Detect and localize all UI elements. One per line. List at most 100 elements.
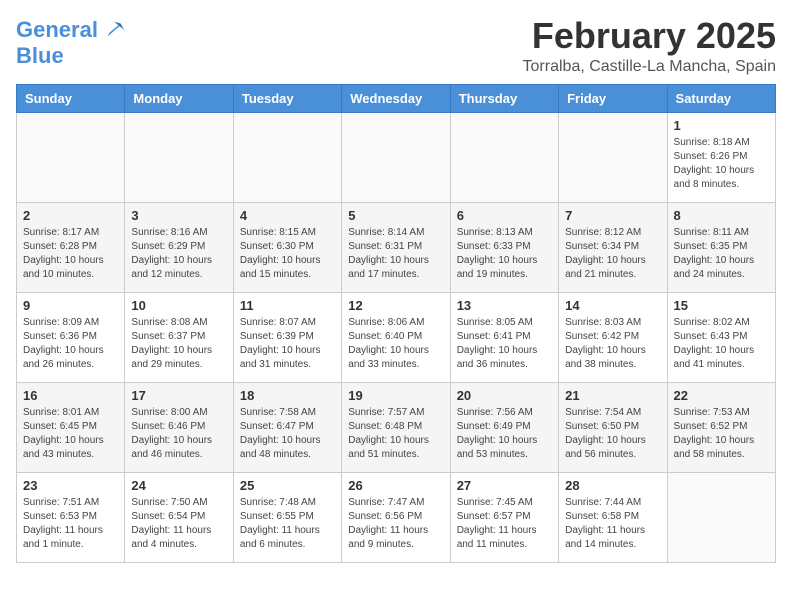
calendar-cell <box>667 472 775 562</box>
day-number: 18 <box>240 388 335 403</box>
day-number: 20 <box>457 388 552 403</box>
week-row-3: 9Sunrise: 8:09 AM Sunset: 6:36 PM Daylig… <box>17 292 776 382</box>
day-number: 28 <box>565 478 660 493</box>
week-row-5: 23 Sunrise: 7:51 AM Sunset: 6:53 PM Dayli… <box>17 472 776 562</box>
day-info: Sunrise: 8:15 AM Sunset: 6:30 PM Dayligh… <box>240 226 335 282</box>
day-info: Sunrise: 8:12 AM Sunset: 6:34 PM Dayligh… <box>565 226 660 282</box>
day-number: 14 <box>565 298 660 313</box>
weekday-header-thursday: Thursday <box>450 84 558 112</box>
day-number: 1 <box>674 118 769 133</box>
calendar-cell: 19 Sunrise: 7:57 AM Sunset: 6:48 PM Dayli… <box>342 382 450 472</box>
calendar-cell: 14 Sunrise: 8:03 AM Sunset: 6:42 PM Dayli… <box>559 292 667 382</box>
weekday-header-sunday: Sunday <box>17 84 125 112</box>
calendar-cell <box>125 112 233 202</box>
day-info: Sunrise: 8:13 AM Sunset: 6:33 PM Dayligh… <box>457 226 552 282</box>
week-row-2: 2 Sunrise: 8:17 AM Sunset: 6:28 PM Daylig… <box>17 202 776 292</box>
calendar-cell: 26 Sunrise: 7:47 AM Sunset: 6:56 PM Dayli… <box>342 472 450 562</box>
calendar-cell: 4 Sunrise: 8:15 AM Sunset: 6:30 PM Daylig… <box>233 202 341 292</box>
day-number: 6 <box>457 208 552 223</box>
weekday-header-friday: Friday <box>559 84 667 112</box>
calendar-cell: 12 Sunrise: 8:06 AM Sunset: 6:40 PM Dayli… <box>342 292 450 382</box>
week-row-1: 1 Sunrise: 8:18 AM Sunset: 6:26 PM Daylig… <box>17 112 776 202</box>
day-number: 3 <box>131 208 226 223</box>
day-number: 8 <box>674 208 769 223</box>
weekday-header-row: SundayMondayTuesdayWednesdayThursdayFrid… <box>17 84 776 112</box>
day-number: 27 <box>457 478 552 493</box>
header: General Blue February 2025 Torralba, Cas… <box>16 16 776 76</box>
calendar-cell: 11 Sunrise: 8:07 AM Sunset: 6:39 PM Dayli… <box>233 292 341 382</box>
day-info: Sunrise: 8:05 AM Sunset: 6:41 PM Dayligh… <box>457 316 552 372</box>
calendar-cell: 8 Sunrise: 8:11 AM Sunset: 6:35 PM Daylig… <box>667 202 775 292</box>
day-number: 25 <box>240 478 335 493</box>
day-number: 26 <box>348 478 443 493</box>
calendar-cell: 25 Sunrise: 7:48 AM Sunset: 6:55 PM Dayli… <box>233 472 341 562</box>
calendar-cell: 22 Sunrise: 7:53 AM Sunset: 6:52 PM Dayli… <box>667 382 775 472</box>
calendar-cell: 28 Sunrise: 7:44 AM Sunset: 6:58 PM Dayli… <box>559 472 667 562</box>
day-info: Sunrise: 8:16 AM Sunset: 6:29 PM Dayligh… <box>131 226 226 282</box>
day-info: Sunrise: 7:57 AM Sunset: 6:48 PM Dayligh… <box>348 406 443 462</box>
day-info: Sunrise: 7:51 AM Sunset: 6:53 PM Dayligh… <box>23 496 118 552</box>
calendar-cell: 5Sunrise: 8:14 AM Sunset: 6:31 PM Daylig… <box>342 202 450 292</box>
calendar-cell: 16 Sunrise: 8:01 AM Sunset: 6:45 PM Dayli… <box>17 382 125 472</box>
day-info: Sunrise: 8:06 AM Sunset: 6:40 PM Dayligh… <box>348 316 443 372</box>
day-info: Sunrise: 7:48 AM Sunset: 6:55 PM Dayligh… <box>240 496 335 552</box>
day-number: 4 <box>240 208 335 223</box>
day-info: Sunrise: 7:54 AM Sunset: 6:50 PM Dayligh… <box>565 406 660 462</box>
day-number: 11 <box>240 298 335 313</box>
day-number: 16 <box>23 388 118 403</box>
calendar-cell: 6 Sunrise: 8:13 AM Sunset: 6:33 PM Daylig… <box>450 202 558 292</box>
logo: General Blue <box>16 16 128 68</box>
calendar-cell <box>17 112 125 202</box>
day-info: Sunrise: 7:44 AM Sunset: 6:58 PM Dayligh… <box>565 496 660 552</box>
calendar-cell <box>342 112 450 202</box>
day-info: Sunrise: 8:03 AM Sunset: 6:42 PM Dayligh… <box>565 316 660 372</box>
day-info: Sunrise: 7:53 AM Sunset: 6:52 PM Dayligh… <box>674 406 769 462</box>
day-info: Sunrise: 7:50 AM Sunset: 6:54 PM Dayligh… <box>131 496 226 552</box>
day-number: 13 <box>457 298 552 313</box>
day-number: 23 <box>23 478 118 493</box>
day-info: Sunrise: 8:08 AM Sunset: 6:37 PM Dayligh… <box>131 316 226 372</box>
calendar-cell: 27Sunrise: 7:45 AM Sunset: 6:57 PM Dayli… <box>450 472 558 562</box>
calendar-cell <box>450 112 558 202</box>
calendar-cell: 24 Sunrise: 7:50 AM Sunset: 6:54 PM Dayli… <box>125 472 233 562</box>
logo-text: General <box>16 18 98 42</box>
logo-text-blue: Blue <box>16 44 128 68</box>
day-info: Sunrise: 8:18 AM Sunset: 6:26 PM Dayligh… <box>674 136 769 192</box>
calendar-cell: 9Sunrise: 8:09 AM Sunset: 6:36 PM Daylig… <box>17 292 125 382</box>
calendar-cell: 1 Sunrise: 8:18 AM Sunset: 6:26 PM Daylig… <box>667 112 775 202</box>
day-info: Sunrise: 8:11 AM Sunset: 6:35 PM Dayligh… <box>674 226 769 282</box>
day-number: 7 <box>565 208 660 223</box>
day-info: Sunrise: 7:58 AM Sunset: 6:47 PM Dayligh… <box>240 406 335 462</box>
day-info: Sunrise: 8:14 AM Sunset: 6:31 PM Dayligh… <box>348 226 443 282</box>
location-title: Torralba, Castille-La Mancha, Spain <box>523 58 776 76</box>
calendar-cell: 17 Sunrise: 8:00 AM Sunset: 6:46 PM Dayli… <box>125 382 233 472</box>
weekday-header-saturday: Saturday <box>667 84 775 112</box>
day-info: Sunrise: 7:47 AM Sunset: 6:56 PM Dayligh… <box>348 496 443 552</box>
calendar-cell <box>233 112 341 202</box>
calendar-cell <box>559 112 667 202</box>
day-info: Sunrise: 8:01 AM Sunset: 6:45 PM Dayligh… <box>23 406 118 462</box>
day-info: Sunrise: 8:17 AM Sunset: 6:28 PM Dayligh… <box>23 226 118 282</box>
day-info: Sunrise: 8:07 AM Sunset: 6:39 PM Dayligh… <box>240 316 335 372</box>
title-block: February 2025 Torralba, Castille-La Manc… <box>523 16 776 76</box>
weekday-header-monday: Monday <box>125 84 233 112</box>
day-info: Sunrise: 7:56 AM Sunset: 6:49 PM Dayligh… <box>457 406 552 462</box>
calendar-cell: 18 Sunrise: 7:58 AM Sunset: 6:47 PM Dayli… <box>233 382 341 472</box>
day-info: Sunrise: 8:00 AM Sunset: 6:46 PM Dayligh… <box>131 406 226 462</box>
calendar-cell: 20 Sunrise: 7:56 AM Sunset: 6:49 PM Dayli… <box>450 382 558 472</box>
day-number: 21 <box>565 388 660 403</box>
logo-icon <box>100 16 128 44</box>
day-info: Sunrise: 8:02 AM Sunset: 6:43 PM Dayligh… <box>674 316 769 372</box>
day-number: 2 <box>23 208 118 223</box>
weekday-header-wednesday: Wednesday <box>342 84 450 112</box>
day-info: Sunrise: 8:09 AM Sunset: 6:36 PM Dayligh… <box>23 316 118 372</box>
day-number: 17 <box>131 388 226 403</box>
day-number: 12 <box>348 298 443 313</box>
day-number: 24 <box>131 478 226 493</box>
day-number: 10 <box>131 298 226 313</box>
calendar-cell: 23 Sunrise: 7:51 AM Sunset: 6:53 PM Dayli… <box>17 472 125 562</box>
day-number: 22 <box>674 388 769 403</box>
calendar-cell: 3 Sunrise: 8:16 AM Sunset: 6:29 PM Daylig… <box>125 202 233 292</box>
calendar-cell: 13 Sunrise: 8:05 AM Sunset: 6:41 PM Dayli… <box>450 292 558 382</box>
day-number: 19 <box>348 388 443 403</box>
